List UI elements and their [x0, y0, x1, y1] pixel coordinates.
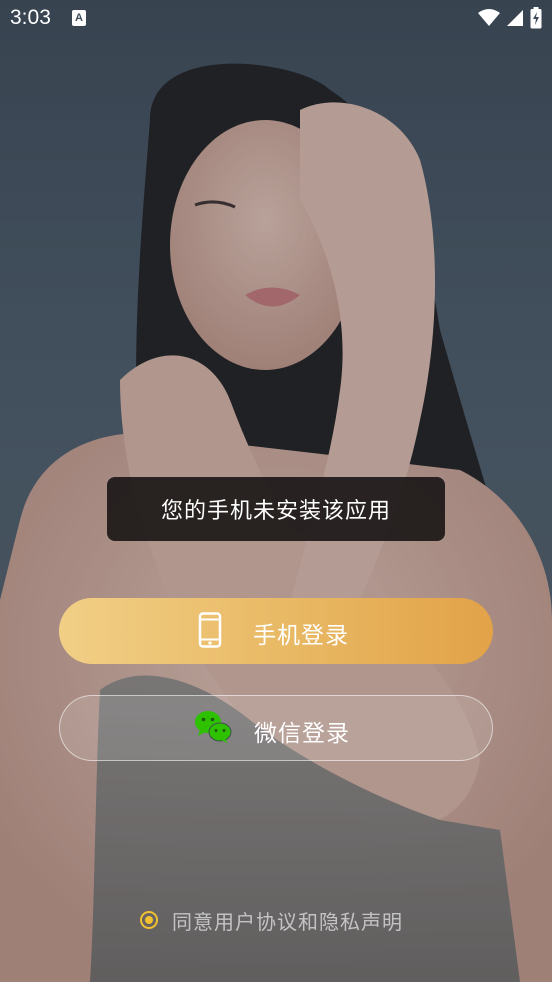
status-icons — [478, 6, 542, 30]
wechat-login-label: 微信登录 — [254, 721, 350, 747]
battery-charging-icon — [530, 7, 542, 29]
status-time: 3:03 — [10, 6, 51, 29]
phone-login-label: 手机登录 — [253, 623, 349, 649]
login-screen: 3:03 A 您的手机未安装该应用 手机登录 微信登录 同意用户协议和隐私声明 — [0, 0, 552, 982]
wifi-icon — [478, 9, 500, 26]
a-letter-icon: A — [72, 10, 86, 26]
phone-login-button[interactable]: 手机登录 — [59, 598, 493, 664]
phone-icon — [198, 612, 222, 648]
wechat-login-button[interactable]: 微信登录 — [59, 695, 493, 761]
toast-message: 您的手机未安装该应用 — [107, 477, 445, 541]
cell-signal-icon — [507, 10, 523, 26]
radio-checked-dot — [145, 916, 153, 924]
status-bar: 3:03 A — [0, 0, 552, 38]
agreement-row: 同意用户协议和隐私声明 — [140, 905, 403, 935]
agreement-link[interactable]: 同意用户协议和隐私声明 — [172, 906, 403, 935]
wechat-icon — [194, 710, 232, 744]
agreement-radio[interactable] — [140, 911, 158, 929]
